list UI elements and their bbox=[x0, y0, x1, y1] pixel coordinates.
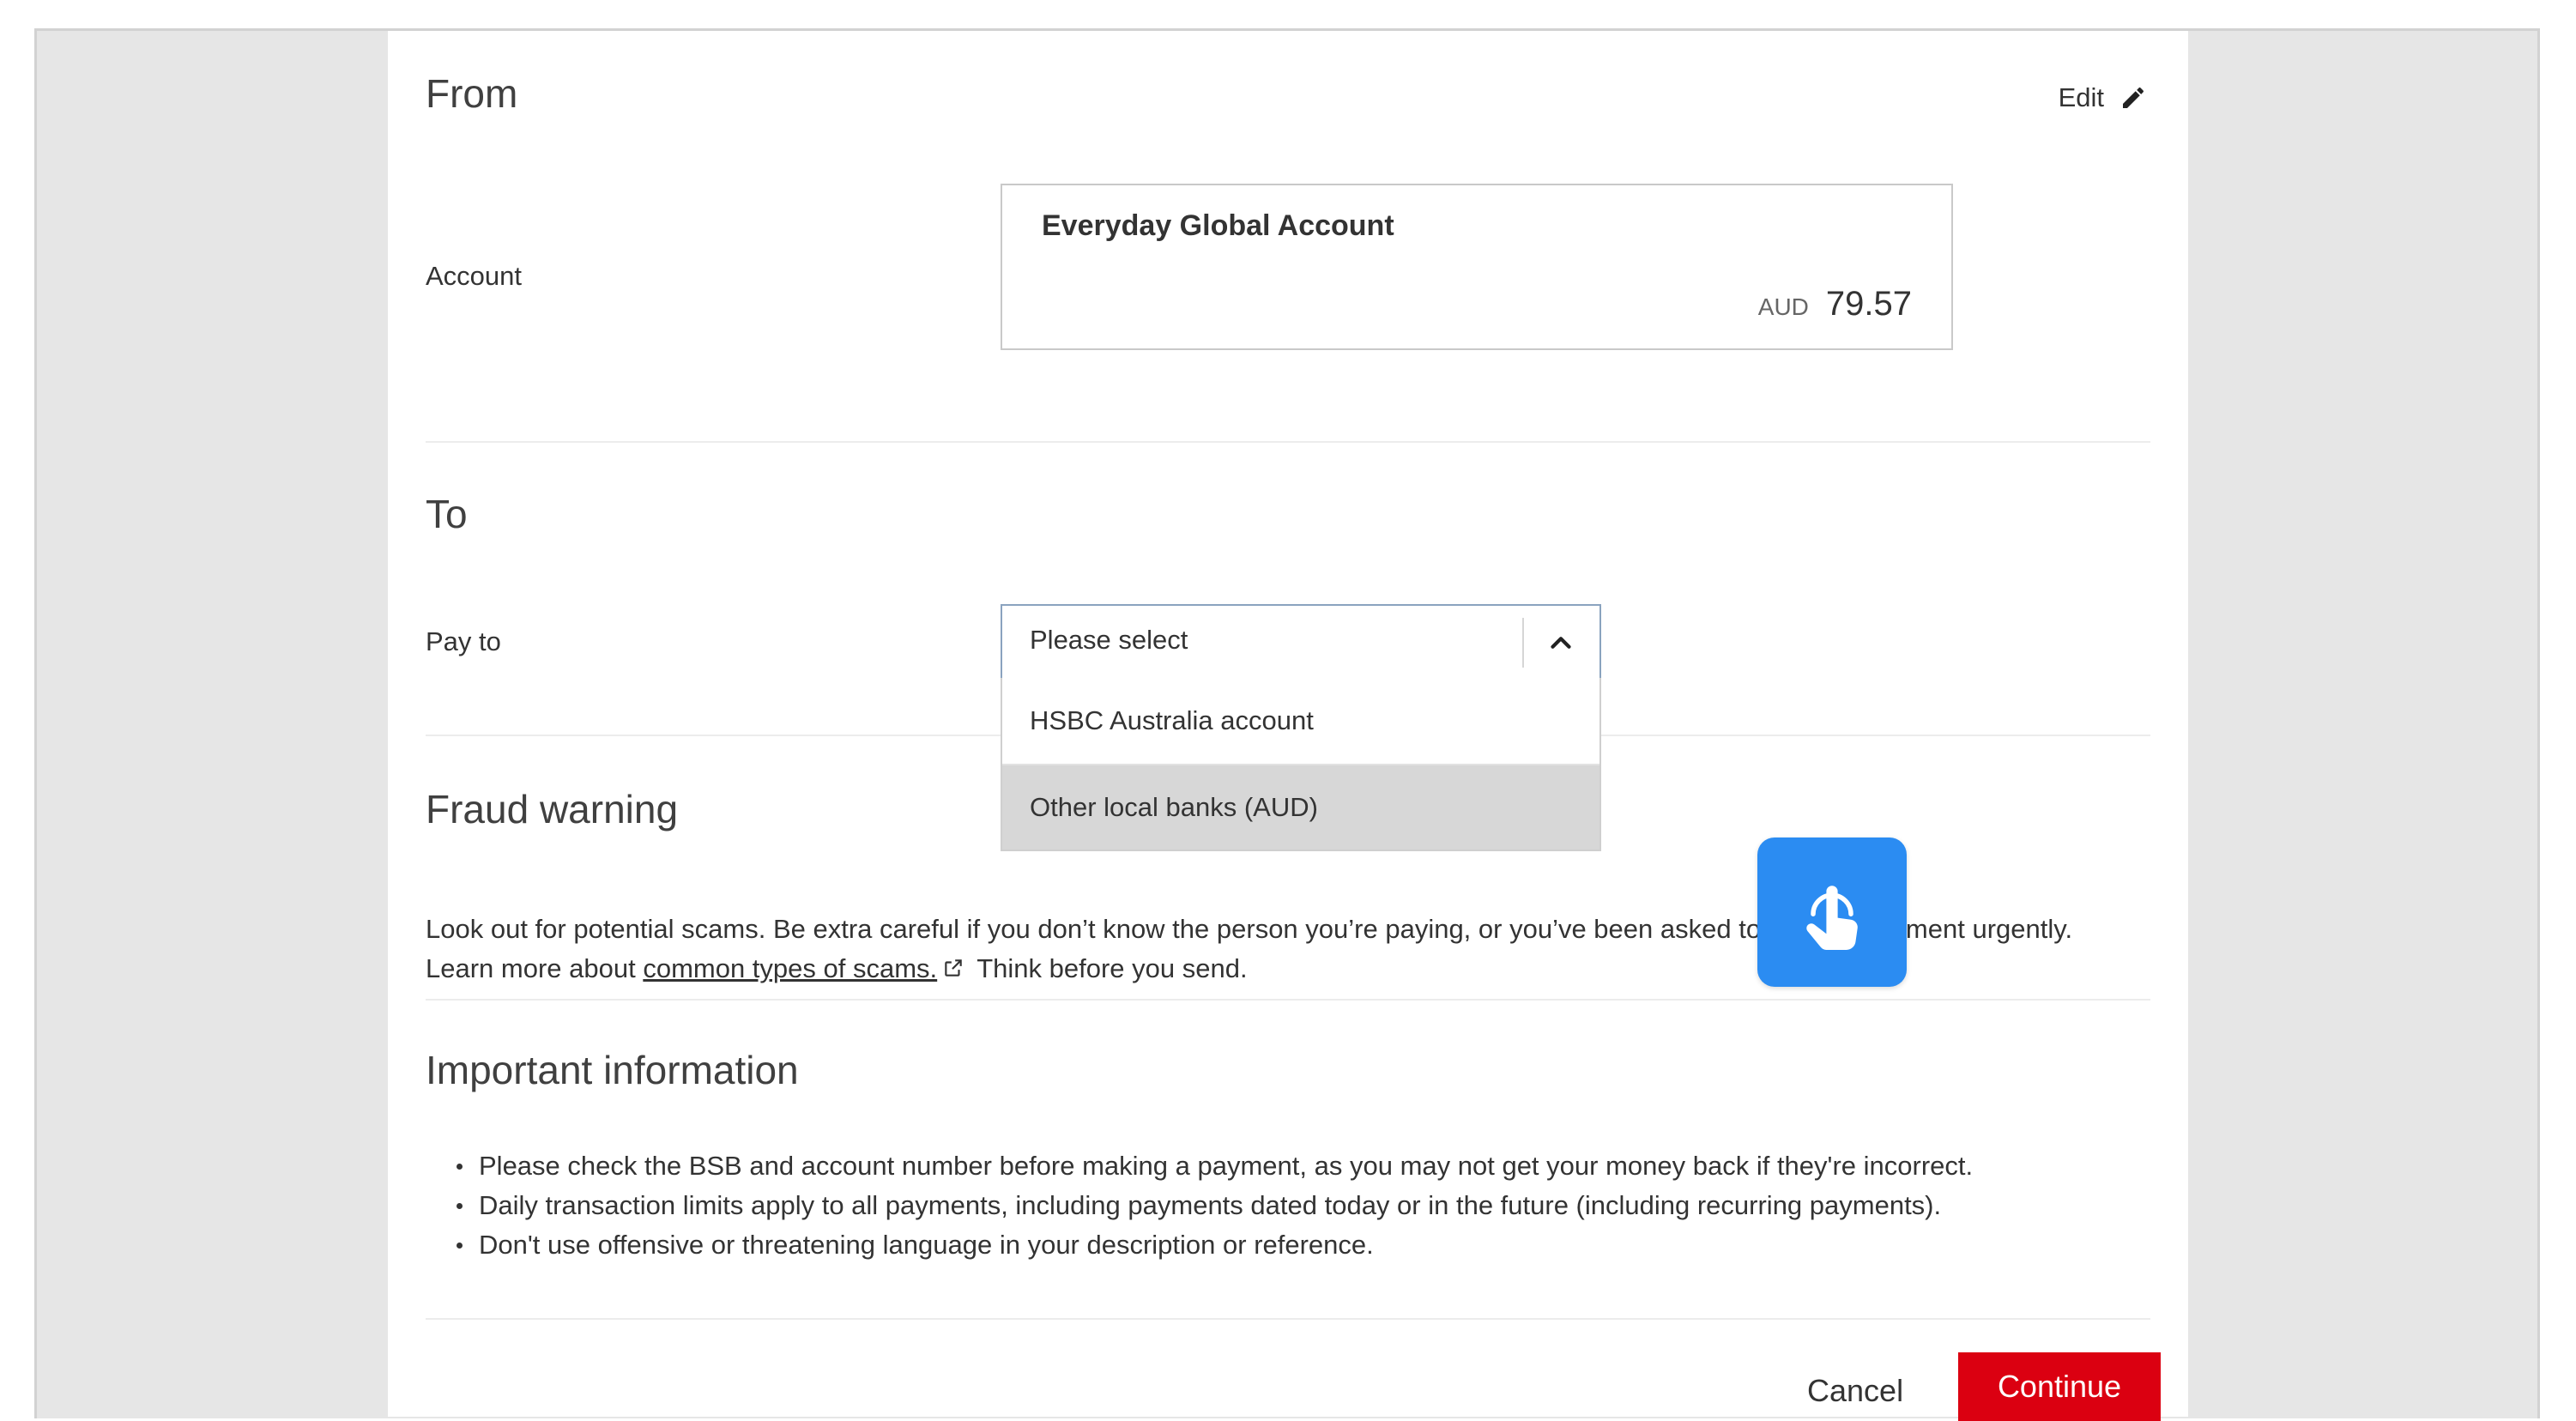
pay-to-dropdown-menu: HSBC Australia account Other local banks… bbox=[1001, 678, 1601, 851]
chevron-up-icon[interactable] bbox=[1545, 626, 1577, 659]
account-amount: 79.57 bbox=[1825, 285, 1912, 323]
dropdown-option-hsbc-australia[interactable]: HSBC Australia account bbox=[1002, 678, 1599, 764]
touch-indicator bbox=[1757, 837, 1907, 987]
to-heading: To bbox=[426, 492, 468, 536]
divider bbox=[426, 999, 2150, 1001]
list-item: Please check the BSB and account number … bbox=[457, 1146, 1973, 1186]
payment-form-panel: From Edit Account Everyday Global Accoun… bbox=[388, 31, 2188, 1421]
account-currency: AUD bbox=[1757, 293, 1809, 320]
select-separator bbox=[1522, 618, 1524, 668]
fraud-text-after: Think before you send. bbox=[970, 953, 1248, 983]
pay-to-label: Pay to bbox=[426, 626, 501, 656]
account-name: Everyday Global Account bbox=[1042, 209, 1394, 242]
account-label: Account bbox=[426, 261, 523, 291]
dropdown-option-other-local-banks[interactable]: Other local banks (AUD) bbox=[1002, 764, 1599, 850]
edit-label: Edit bbox=[2058, 82, 2104, 112]
list-item: Don't use offensive or threatening langu… bbox=[457, 1225, 1973, 1265]
pay-to-select[interactable]: Please select bbox=[1001, 604, 1601, 680]
common-scams-link[interactable]: common types of scams. bbox=[643, 953, 937, 983]
account-balance: AUD 79.57 bbox=[1758, 285, 1912, 324]
important-information-heading: Important information bbox=[426, 1048, 799, 1092]
list-item: Daily transaction limits apply to all pa… bbox=[457, 1186, 1973, 1225]
touch-pointer-icon bbox=[1806, 886, 1858, 951]
divider bbox=[426, 441, 2150, 443]
from-heading: From bbox=[426, 71, 518, 116]
pencil-icon bbox=[2123, 87, 2144, 108]
important-information-list: Please check the BSB and account number … bbox=[457, 1146, 1973, 1265]
pay-to-select-value: Please select bbox=[1030, 625, 1188, 655]
divider bbox=[426, 1318, 2150, 1320]
continue-button[interactable]: Continue bbox=[1958, 1352, 2161, 1421]
account-card[interactable]: Everyday Global Account AUD 79.57 bbox=[1001, 184, 1953, 350]
cancel-button[interactable]: Cancel bbox=[1807, 1373, 1903, 1409]
edit-button[interactable]: Edit bbox=[2059, 82, 2147, 113]
fraud-warning-heading: Fraud warning bbox=[426, 787, 679, 831]
external-link-icon[interactable] bbox=[942, 957, 964, 979]
